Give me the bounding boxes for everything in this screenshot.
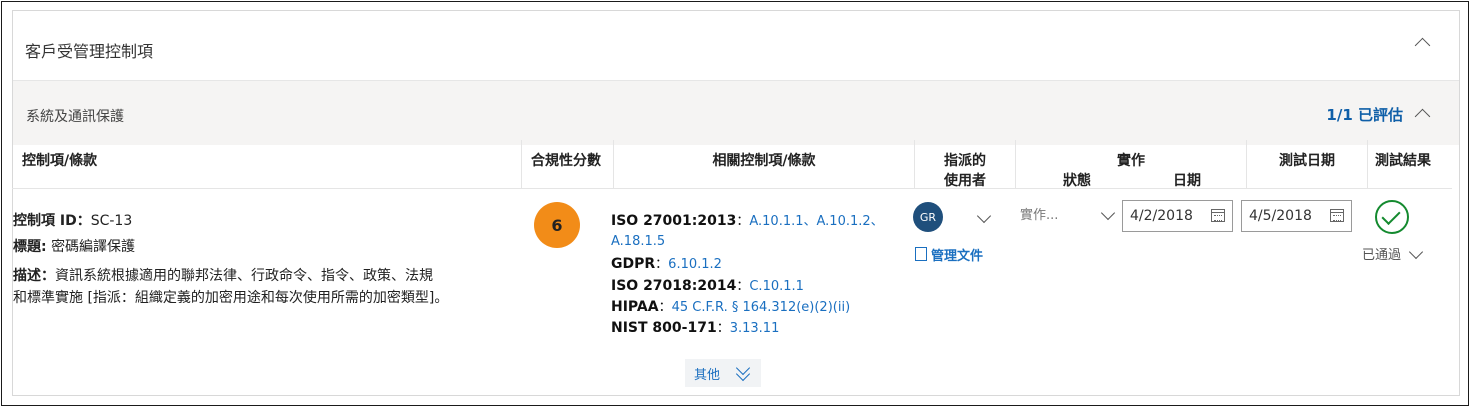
related-sep: ： [736, 279, 750, 294]
compliance-score-badge: 6 [534, 202, 580, 248]
col-related: 相關控制項/條款 [712, 153, 816, 169]
related-name: GDPR [611, 256, 656, 272]
checkmark-icon [1381, 205, 1401, 226]
related-iso27018: ISO 27018:2014：C.10.1.1 [611, 275, 804, 294]
related-link[interactable]: A.10.1.1、A.10.1.2、 [749, 214, 883, 229]
test-result-select[interactable]: 已通過 [1362, 244, 1401, 263]
control-id-line: 控制項 ID：SC-13 [13, 210, 132, 230]
col-assigned-line1: 指派的 [944, 153, 986, 169]
calendar-icon[interactable] [1330, 209, 1344, 222]
related-link[interactable]: 45 C.F.R. § 164.312(e)(2)(ii) [672, 300, 851, 315]
col-implementation: 實作 [1117, 153, 1145, 169]
related-name: NIST 800-171 [611, 320, 717, 336]
related-sep: ： [655, 257, 669, 272]
header-divider [12, 188, 1452, 189]
related-sep: ： [716, 321, 730, 336]
control-id-label: 控制項 ID： [13, 213, 91, 229]
col-divider [1367, 140, 1368, 188]
control-description-line2: 和標準實施 [指派：組織定義的加密用途和每次使用所需的加密類型]。 [13, 290, 449, 306]
col-test-date: 測試日期 [1279, 153, 1335, 169]
related-nist: NIST 800-171：3.13.11 [611, 317, 779, 336]
related-sep: ： [736, 214, 750, 229]
col-divider [521, 140, 522, 188]
manage-documents-label: 管理文件 [931, 249, 984, 264]
manage-documents-link[interactable]: 管理文件 [915, 245, 983, 264]
implementation-date-value: 4/2/2018 [1130, 208, 1193, 224]
test-date-value: 4/5/2018 [1249, 208, 1312, 224]
related-sep: ： [658, 300, 672, 315]
assessed-count: 1/1 已評估 [1326, 106, 1403, 124]
control-title-line: 標題: 密碼編譯保護 [13, 236, 135, 256]
implementation-status-select[interactable]: 實作... [1020, 204, 1058, 223]
section-header[interactable]: 系統及通訊保護 1/1 已評估 [13, 80, 1459, 145]
related-iso27001: ISO 27001:2013：A.10.1.1、A.10.1.2、 [611, 210, 884, 229]
col-test-result: 測試結果 [1375, 153, 1431, 169]
col-control: 控制項/條款 [22, 153, 98, 169]
control-title: 密碼編譯保護 [51, 239, 136, 255]
related-link[interactable]: 3.13.11 [730, 321, 780, 336]
col-divider [914, 140, 915, 188]
more-button[interactable]: 其他 [685, 359, 761, 387]
implementation-date-input[interactable]: 4/2/2018 [1122, 200, 1233, 232]
test-date-input[interactable]: 4/5/2018 [1241, 200, 1352, 232]
related-link[interactable]: 6.10.1.2 [668, 257, 722, 272]
related-name: ISO 27001:2013 [611, 213, 737, 229]
related-link[interactable]: A.18.1.5 [611, 234, 665, 249]
control-description-label: 描述： [13, 268, 55, 284]
avatar[interactable]: GR [913, 202, 943, 232]
control-description-text1: 資訊系統根據適用的聯邦法律、行政命令、指令、政策、法規 [55, 268, 433, 284]
col-divider [1015, 140, 1016, 188]
calendar-icon[interactable] [1211, 209, 1225, 222]
collapse-panel-chevron-up-icon[interactable] [1414, 37, 1431, 54]
collapse-section-chevron-up-icon[interactable] [1414, 108, 1431, 125]
window-frame: 客戶受管理控制項 系統及通訊保護 1/1 已評估 控制項/條款 合規性分數 相關… [1, 1, 1469, 406]
related-link[interactable]: C.10.1.1 [749, 279, 804, 294]
related-name: ISO 27018:2014 [611, 278, 737, 294]
test-result-value: 已通過 [1362, 248, 1402, 263]
related-gdpr: GDPR：6.10.1.2 [611, 253, 722, 272]
more-label: 其他 [694, 368, 721, 383]
related-hipaa: HIPAA：45 C.F.R. § 164.312(e)(2)(ii) [611, 296, 850, 315]
col-divider [1246, 140, 1247, 188]
passed-checkmark-icon [1375, 200, 1409, 234]
panel-title: 客戶受管理控制項 [25, 42, 154, 61]
col-divider [613, 140, 614, 188]
control-description-line1: 描述：資訊系統根據適用的聯邦法律、行政命令、指令、政策、法規 [13, 265, 433, 285]
document-icon [915, 247, 927, 261]
col-score: 合規性分數 [531, 153, 601, 169]
control-id: SC-13 [90, 213, 133, 229]
section-title: 系統及通訊保護 [26, 109, 124, 125]
related-name: HIPAA [611, 299, 659, 315]
related-iso27001-cont: A.18.1.5 [611, 233, 665, 249]
control-title-label: 標題: [13, 239, 47, 255]
